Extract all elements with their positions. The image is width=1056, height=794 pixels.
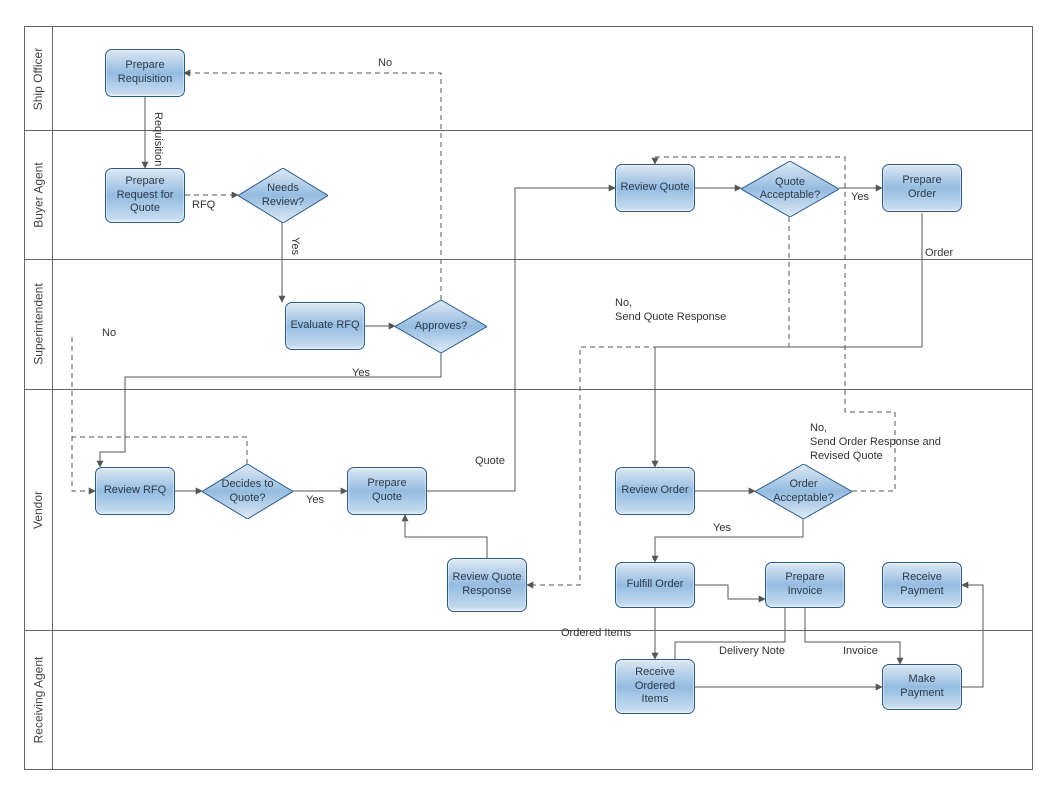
process-receive-ordered-items: Receive Ordered Items bbox=[615, 659, 695, 714]
edge-yes: Yes bbox=[287, 237, 301, 255]
edge-no-quote: No, Send Quote Response bbox=[615, 297, 726, 325]
decision-label: Order Acceptable? bbox=[767, 478, 840, 504]
decision-needs-review: Needs Review? bbox=[238, 168, 328, 223]
edge-no-approves: No bbox=[102, 327, 116, 341]
edge-delivery-note: Delivery Note bbox=[719, 645, 785, 659]
edge-ordered-items: Ordered Items bbox=[561, 627, 631, 641]
edge-rfq: RFQ bbox=[192, 199, 215, 213]
lane-receiving-agent: Receiving Agent bbox=[25, 630, 52, 769]
process-label: Make Payment bbox=[887, 673, 957, 701]
edge-no: No bbox=[378, 57, 392, 71]
process-prepare-order: Prepare Order bbox=[882, 164, 962, 212]
process-prepare-invoice: Prepare Invoice bbox=[765, 562, 845, 608]
process-label: Prepare Request for Quote bbox=[110, 175, 180, 216]
process-label: Prepare Order bbox=[887, 174, 957, 202]
process-receive-payment: Receive Payment bbox=[882, 562, 962, 608]
process-label: Review Order bbox=[621, 484, 688, 498]
process-fulfill-order: Fulfill Order bbox=[615, 562, 695, 608]
process-label: Prepare Quote bbox=[352, 477, 422, 505]
process-review-order: Review Order bbox=[615, 467, 695, 515]
lane-label: Ship Officer bbox=[32, 47, 46, 109]
lane-superintendent: Superintendent bbox=[25, 259, 52, 389]
process-label: Prepare Requisition bbox=[110, 59, 180, 87]
process-label: Receive Ordered Items bbox=[620, 666, 690, 707]
lane-label: Buyer Agent bbox=[32, 162, 46, 227]
process-prepare-requisition: Prepare Requisition bbox=[105, 49, 185, 97]
process-review-quote-response: Review Quote Response bbox=[447, 558, 527, 612]
process-label: Fulfill Order bbox=[627, 578, 684, 592]
decision-approves: Approves? bbox=[395, 300, 487, 353]
edge-yes-decides: Yes bbox=[306, 494, 324, 508]
lane-vendor: Vendor bbox=[25, 389, 52, 630]
edge-yes-quote: Yes bbox=[851, 191, 869, 205]
process-evaluate-rfq: Evaluate RFQ bbox=[285, 302, 365, 350]
lane-ship-officer: Ship Officer bbox=[25, 27, 52, 130]
lane-buyer-agent: Buyer Agent bbox=[25, 130, 52, 259]
lane-label: Superintendent bbox=[32, 283, 46, 364]
decision-label: Approves? bbox=[415, 320, 468, 333]
process-label: Receive Payment bbox=[887, 571, 957, 599]
edge-order: Order bbox=[925, 247, 953, 261]
edge-requisition: Requisition bbox=[150, 112, 164, 166]
edge-no-order: No, Send Order Response and Revised Quot… bbox=[810, 422, 941, 463]
process-review-quote: Review Quote bbox=[615, 164, 695, 212]
lane-label: Receiving Agent bbox=[32, 656, 46, 743]
edge-yes-order: Yes bbox=[713, 522, 731, 536]
decision-label: Quote Acceptable? bbox=[753, 176, 827, 202]
process-prepare-rfq: Prepare Request for Quote bbox=[105, 168, 185, 223]
process-label: Evaluate RFQ bbox=[290, 319, 359, 333]
edge-yes-approves: Yes bbox=[352, 367, 370, 381]
swimlane-container: Ship Officer Buyer Agent Superintendent … bbox=[24, 26, 1033, 770]
process-label: Review Quote Response bbox=[452, 571, 522, 599]
decision-decides-to-quote: Decides to Quote? bbox=[202, 464, 293, 519]
process-label: Review Quote bbox=[620, 181, 689, 195]
process-review-rfq: Review RFQ bbox=[95, 467, 175, 515]
decision-order-acceptable: Order Acceptable? bbox=[755, 464, 852, 519]
decision-label: Decides to Quote? bbox=[214, 478, 281, 504]
process-prepare-quote: Prepare Quote bbox=[347, 467, 427, 515]
decision-quote-acceptable: Quote Acceptable? bbox=[741, 161, 839, 217]
process-label: Prepare Invoice bbox=[770, 571, 840, 599]
lane-label: Vendor bbox=[32, 490, 46, 528]
edge-quote: Quote bbox=[475, 455, 505, 469]
edge-invoice: Invoice bbox=[843, 645, 878, 659]
process-label: Review RFQ bbox=[104, 484, 166, 498]
process-make-payment: Make Payment bbox=[882, 664, 962, 710]
decision-label: Needs Review? bbox=[250, 182, 316, 208]
